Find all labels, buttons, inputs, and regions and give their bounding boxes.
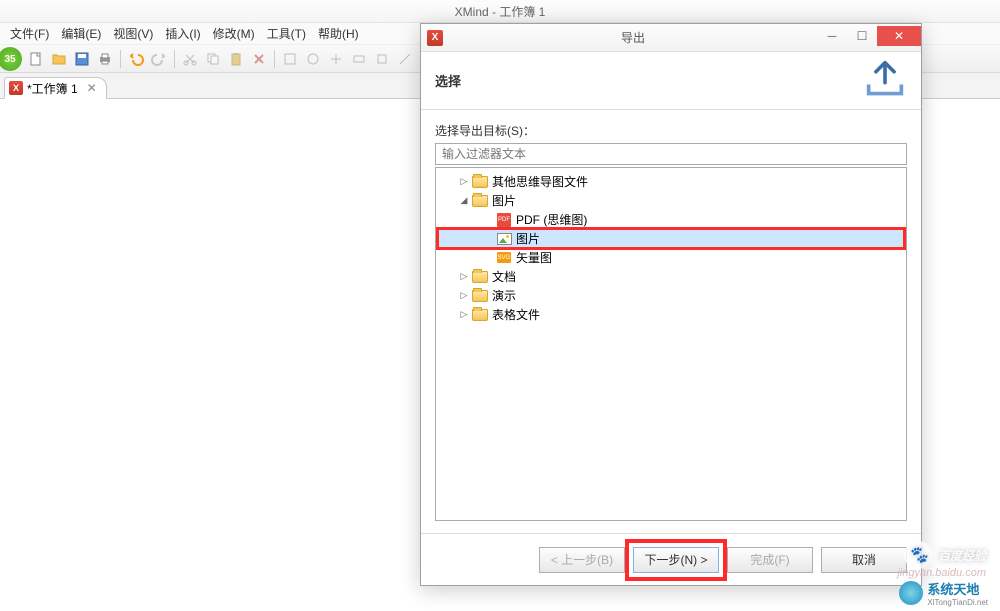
toolbar-separator (274, 50, 275, 68)
main-window-title: XMind - 工作簿 1 (455, 3, 546, 20)
tree-item[interactable]: 图片 (438, 229, 904, 248)
xmind-icon: X (427, 30, 443, 46)
document-tab[interactable]: X *工作簿 1 ✕ (4, 77, 107, 99)
menu-view[interactable]: 视图(V) (107, 22, 159, 45)
tree-item[interactable]: ◢ 图片 (438, 191, 904, 210)
tree-item[interactable]: PDFPDF (思维图) (438, 210, 904, 229)
menu-help[interactable]: 帮助(H) (312, 22, 365, 45)
tree-item-label: 其他思维导图文件 (492, 173, 588, 190)
dialog-banner-title: 选择 (435, 71, 461, 90)
expander-icon[interactable]: ▷ (458, 290, 470, 302)
toolbar-separator (174, 50, 175, 68)
tree-item-label: 图片 (492, 192, 516, 209)
tab-label: *工作簿 1 (27, 80, 78, 97)
copy-button[interactable] (202, 48, 224, 70)
notification-badge[interactable]: 35 (0, 47, 22, 71)
tool-button[interactable] (302, 48, 324, 70)
maximize-button[interactable]: ☐ (847, 26, 877, 46)
dialog-button-row: < 上一步(B) 下一步(N) > 完成(F) 取消 (421, 533, 921, 585)
tree-item-label: PDF (思维图) (516, 211, 587, 228)
tree-item-label: 演示 (492, 287, 516, 304)
menu-insert[interactable]: 插入(I) (159, 22, 206, 45)
next-button[interactable]: 下一步(N) > (633, 547, 719, 573)
tree-item-label: 文档 (492, 268, 516, 285)
expander-icon[interactable]: ▷ (458, 271, 470, 283)
tool-button[interactable] (371, 48, 393, 70)
tree-item[interactable]: ▷ 文档 (438, 267, 904, 286)
dialog-body: 选择导出目标(S)： ▷其他思维导图文件◢图片PDFPDF (思维图)图片SVG… (421, 110, 921, 533)
tool-button[interactable] (348, 48, 370, 70)
dialog-title: 导出 (449, 29, 817, 46)
tree-item-label: 表格文件 (492, 306, 540, 323)
tree-item[interactable]: ▷ 演示 (438, 286, 904, 305)
select-target-label: 选择导出目标(S)： (435, 122, 907, 139)
menu-tools[interactable]: 工具(T) (261, 22, 312, 45)
minimize-button[interactable]: ─ (817, 26, 847, 46)
menu-modify[interactable]: 修改(M) (207, 22, 261, 45)
tree-item[interactable]: SVG矢量图 (438, 248, 904, 267)
cancel-button[interactable]: 取消 (821, 547, 907, 573)
tree-item-label: 图片 (516, 230, 540, 247)
print-button[interactable] (94, 48, 116, 70)
dialog-titlebar[interactable]: X 导出 ─ ☐ ✕ (421, 24, 921, 52)
save-button[interactable] (71, 48, 93, 70)
back-button: < 上一步(B) (539, 547, 625, 573)
close-tab-icon[interactable]: ✕ (86, 82, 98, 94)
undo-button[interactable] (125, 48, 147, 70)
expander-icon[interactable] (482, 214, 494, 226)
tool-button[interactable] (394, 48, 416, 70)
expander-icon[interactable]: ▷ (458, 176, 470, 188)
tool-button[interactable] (279, 48, 301, 70)
export-target-tree[interactable]: ▷其他思维导图文件◢图片PDFPDF (思维图)图片SVG矢量图▷文档▷演示▷表… (435, 167, 907, 521)
finish-button: 完成(F) (727, 547, 813, 573)
dialog-banner: 选择 (421, 52, 921, 110)
tool-button[interactable] (325, 48, 347, 70)
toolbar-separator (120, 50, 121, 68)
tree-item-label: 矢量图 (516, 249, 552, 266)
cut-button[interactable] (179, 48, 201, 70)
main-window-titlebar: XMind - 工作簿 1 (0, 0, 1000, 23)
tree-item[interactable]: ▷ 表格文件 (438, 305, 904, 324)
tree-item[interactable]: ▷ 其他思维导图文件 (438, 172, 904, 191)
delete-button[interactable] (248, 48, 270, 70)
expander-icon[interactable] (482, 252, 494, 264)
expander-icon[interactable]: ◢ (458, 195, 470, 207)
menu-file[interactable]: 文件(F) (4, 22, 55, 45)
open-button[interactable] (48, 48, 70, 70)
new-button[interactable] (25, 48, 47, 70)
expander-icon[interactable] (482, 233, 494, 245)
export-dialog: X 导出 ─ ☐ ✕ 选择 选择导出目标(S)： ▷其他思维导图文件◢图片PDF… (420, 23, 922, 586)
redo-button[interactable] (148, 48, 170, 70)
xmind-icon: X (9, 81, 23, 95)
expander-icon[interactable]: ▷ (458, 309, 470, 321)
menu-edit[interactable]: 编辑(E) (55, 22, 107, 45)
close-button[interactable]: ✕ (877, 26, 921, 46)
filter-input[interactable] (435, 143, 907, 165)
paste-button[interactable] (225, 48, 247, 70)
export-icon (863, 59, 907, 102)
